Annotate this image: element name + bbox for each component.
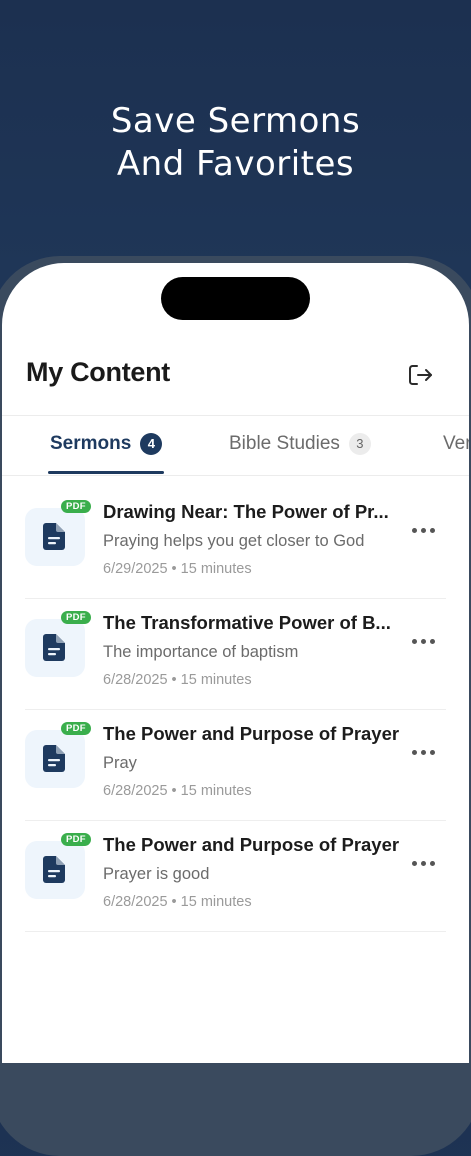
active-tab-indicator [48, 471, 164, 474]
tab-label: Bible Studies [229, 433, 340, 454]
document-thumbnail [25, 841, 85, 899]
item-description: Praying helps you get closer to God [103, 532, 365, 550]
more-options-icon[interactable] [412, 636, 436, 646]
item-duration: 15 minutes [180, 783, 252, 799]
item-duration: 15 minutes [180, 672, 252, 688]
document-icon [43, 634, 65, 661]
item-date: 6/28/2025 [103, 672, 168, 688]
more-options-icon[interactable] [412, 525, 436, 535]
list-item[interactable]: PDF The Power and Purpose of Prayer Pray… [2, 821, 469, 932]
headline-line-2: And Favorites [116, 144, 355, 184]
item-title: The Power and Purpose of Prayer [103, 834, 400, 855]
tab-bible-studies[interactable]: Bible Studies 3 [229, 433, 371, 455]
meta-separator: • [171, 894, 177, 910]
document-icon [43, 523, 65, 550]
promo-headline: Save Sermons And Favorites [0, 100, 471, 186]
pdf-badge: PDF [61, 611, 91, 624]
item-title: The Power and Purpose of Prayer [103, 723, 400, 744]
meta-separator: • [171, 783, 177, 799]
meta-separator: • [171, 561, 177, 577]
list-item[interactable]: PDF The Power and Purpose of Prayer Pray… [2, 710, 469, 821]
list-item[interactable]: PDF Drawing Near: The Power of Pr... Pra… [2, 488, 469, 599]
content-tabs: Sermons 4 Bible Studies 3 Ver [2, 433, 469, 475]
meta-separator: • [171, 672, 177, 688]
item-divider [25, 931, 446, 932]
page-title: My Content [26, 357, 170, 387]
dynamic-island [161, 277, 310, 320]
item-title: Drawing Near: The Power of Pr... [103, 501, 389, 522]
item-date: 6/28/2025 [103, 783, 168, 799]
pdf-badge: PDF [61, 500, 91, 513]
pdf-badge: PDF [61, 833, 91, 846]
tab-count-badge: 4 [140, 433, 163, 455]
tab-sermons[interactable]: Sermons 4 [50, 433, 163, 455]
item-description: Prayer is good [103, 865, 210, 883]
tab-label: Sermons [50, 433, 132, 454]
header-divider [2, 415, 469, 416]
tab-verses[interactable]: Ver [443, 433, 469, 455]
pdf-badge: PDF [61, 722, 91, 735]
item-date: 6/29/2025 [103, 561, 168, 577]
tab-count-badge: 3 [348, 433, 371, 455]
list-item[interactable]: PDF The Transformative Power of B... The… [2, 599, 469, 710]
item-meta: 6/28/2025 • 15 minutes [103, 783, 252, 799]
logout-icon[interactable] [406, 361, 434, 389]
more-options-icon[interactable] [412, 747, 436, 757]
document-thumbnail [25, 508, 85, 566]
item-title: The Transformative Power of B... [103, 612, 391, 633]
tab-label: Ver [443, 433, 469, 454]
item-meta: 6/29/2025 • 15 minutes [103, 561, 252, 577]
item-description: The importance of baptism [103, 643, 299, 661]
tabs-divider [2, 475, 469, 476]
item-description: Pray [103, 754, 137, 772]
item-duration: 15 minutes [180, 894, 252, 910]
document-icon [43, 856, 65, 883]
more-options-icon[interactable] [412, 858, 436, 868]
item-duration: 15 minutes [180, 561, 252, 577]
phone-screen: My Content Sermons 4 Bible Studies 3 Ver [2, 263, 469, 1063]
item-date: 6/28/2025 [103, 894, 168, 910]
document-thumbnail [25, 619, 85, 677]
headline-line-1: Save Sermons [110, 101, 361, 141]
item-meta: 6/28/2025 • 15 minutes [103, 672, 252, 688]
document-thumbnail [25, 730, 85, 788]
item-meta: 6/28/2025 • 15 minutes [103, 894, 252, 910]
document-icon [43, 745, 65, 772]
